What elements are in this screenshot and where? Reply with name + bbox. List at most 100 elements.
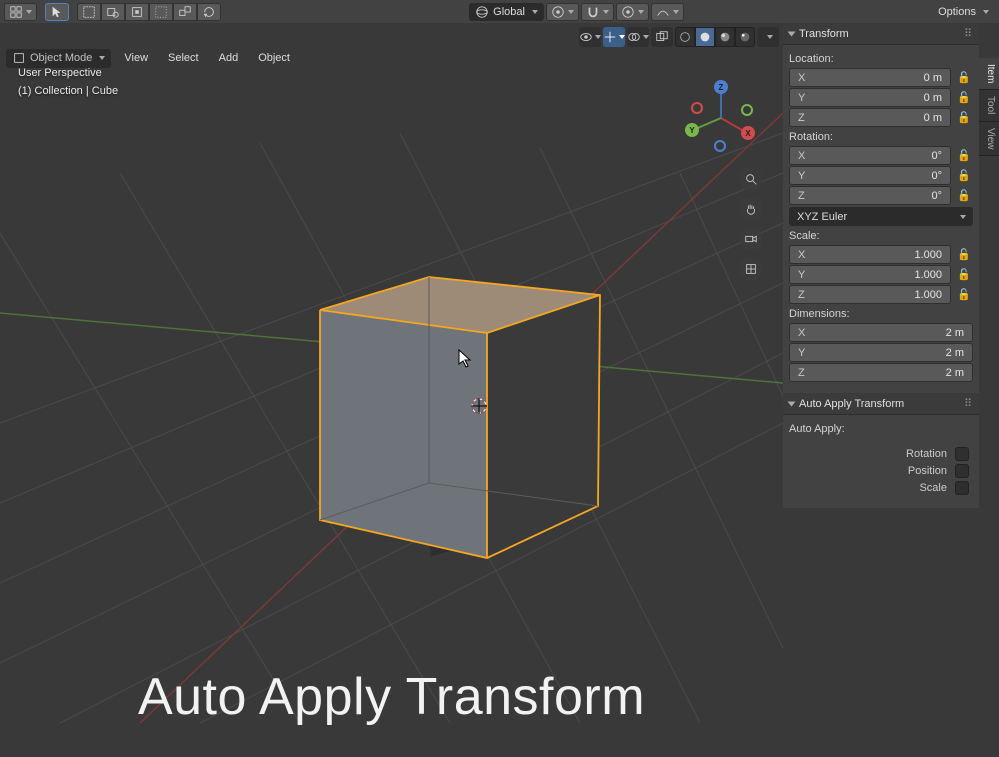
camera-icon [744,232,758,246]
lock-rotation-z[interactable]: 🔓 [955,187,973,205]
check-rotation-label: Rotation [906,448,947,460]
n-panel: Transform ⠿ Location: X0 m🔓 Y0 m🔓 Z0 m🔓 … [783,23,979,508]
mode-dropdown[interactable]: Object Mode [6,49,111,68]
matprev-icon [718,30,732,44]
manip-2[interactable] [173,3,197,21]
side-tab-view[interactable]: View [979,122,999,157]
select-circle[interactable] [101,3,125,21]
orientation-dropdown[interactable]: Global [469,3,544,21]
pivot-icon [551,5,565,19]
shading-dropdown[interactable] [757,27,779,47]
axis-z[interactable]: Z [714,80,728,94]
scale-y[interactable]: Y1.000 [789,265,951,284]
panel-menu-icon[interactable]: ⠿ [964,27,973,40]
ortho-button[interactable] [739,257,763,281]
manip-3[interactable] [197,3,221,21]
axis-neg-y[interactable] [741,104,753,116]
axis-neg-z[interactable] [714,140,726,152]
select-lasso-icon [130,5,144,19]
dim-z[interactable]: Z2 m [789,363,973,382]
zoom-button[interactable] [739,167,763,191]
axis-neg-x[interactable] [691,102,703,114]
shade-wire[interactable] [675,27,695,47]
lock-location-y[interactable]: 🔓 [955,89,973,107]
side-tab-tool[interactable]: Tool [979,90,999,121]
menu-add[interactable]: Add [212,49,246,68]
check-rotation[interactable] [955,447,969,461]
scale-z[interactable]: Z1.000 [789,285,951,304]
lock-scale-y[interactable]: 🔓 [955,266,973,284]
select-box[interactable] [77,3,101,21]
camera-button[interactable] [739,227,763,251]
menu-view[interactable]: View [117,49,155,68]
lock-scale-z[interactable]: 🔓 [955,286,973,304]
mode-label: Object Mode [30,52,92,64]
proportional-toggle[interactable] [616,3,649,21]
panel-menu-icon[interactable]: ⠿ [964,397,973,410]
orientation-label: Global [493,6,525,18]
select-box-icon [82,5,96,19]
gizmo-toggle[interactable] [603,27,625,47]
editor-type-dropdown[interactable] [4,3,37,21]
rotate-icon [202,5,216,19]
autoapply-label: Auto Apply: [789,423,973,435]
rotation-label: Rotation: [789,131,973,143]
overlay-object: (1) Collection | Cube [18,83,118,101]
rotation-x[interactable]: X0° [789,146,951,165]
check-scale[interactable] [955,481,969,495]
panel-autoapply-title: Auto Apply Transform [799,398,904,410]
menu-object[interactable]: Object [251,49,297,68]
options-dropdown[interactable]: Options [932,3,995,21]
lock-location-z[interactable]: 🔓 [955,109,973,127]
check-position[interactable] [955,464,969,478]
disclosure-triangle-icon [788,31,796,36]
scale-x[interactable]: X1.000 [789,245,951,264]
axis-x[interactable]: X [741,126,755,140]
box-dotted-icon [154,5,168,19]
visibility-dropdown[interactable] [579,27,601,47]
lock-rotation-y[interactable]: 🔓 [955,167,973,185]
location-x[interactable]: X0 m [789,68,951,87]
overlay-toggle[interactable] [627,27,649,47]
panel-transform-header[interactable]: Transform ⠿ [783,23,979,45]
side-tab-item[interactable]: Item [979,58,999,90]
check-position-label: Position [908,465,947,477]
axis-y[interactable]: Y [685,123,699,137]
solid-icon [698,30,712,44]
magnet-icon [586,5,600,19]
rotation-y[interactable]: Y0° [789,166,951,185]
nav-gizmo[interactable]: X Y Z [681,78,761,158]
demo-title: Auto Apply Transform [0,667,783,727]
pivot-dropdown[interactable] [546,3,579,21]
dim-y[interactable]: Y2 m [789,343,973,362]
grid-persp-icon [744,262,758,276]
viewport-3d[interactable]: Object Mode View Select Add Object User … [0,23,783,757]
rotation-mode-label: XYZ Euler [797,211,847,223]
menu-select[interactable]: Select [161,49,206,68]
shade-matprev[interactable] [715,27,735,47]
scale-label: Scale: [789,230,973,242]
lock-scale-x[interactable]: 🔓 [955,246,973,264]
viewport-header-right [579,27,779,47]
panel-autoapply-header[interactable]: Auto Apply Transform ⠿ [783,393,979,415]
manip-1[interactable] [149,3,173,21]
location-z[interactable]: Z0 m [789,108,951,127]
xray-toggle[interactable] [651,27,673,47]
snap-toggle[interactable] [581,3,614,21]
tool-cursor[interactable] [45,3,69,21]
shade-render[interactable] [735,27,755,47]
select-lasso[interactable] [125,3,149,21]
rotation-mode-dropdown[interactable]: XYZ Euler [789,207,973,226]
lock-location-x[interactable]: 🔓 [955,69,973,87]
globe-icon [475,5,489,19]
rotation-z[interactable]: Z0° [789,186,951,205]
side-tabs: Item Tool View [979,58,999,156]
dim-x[interactable]: X2 m [789,323,973,342]
pan-button[interactable] [739,197,763,221]
hand-icon [744,202,758,216]
location-label: Location: [789,53,973,65]
shade-solid[interactable] [695,27,715,47]
location-y[interactable]: Y0 m [789,88,951,107]
lock-rotation-x[interactable]: 🔓 [955,147,973,165]
curve-dropdown[interactable] [651,3,684,21]
